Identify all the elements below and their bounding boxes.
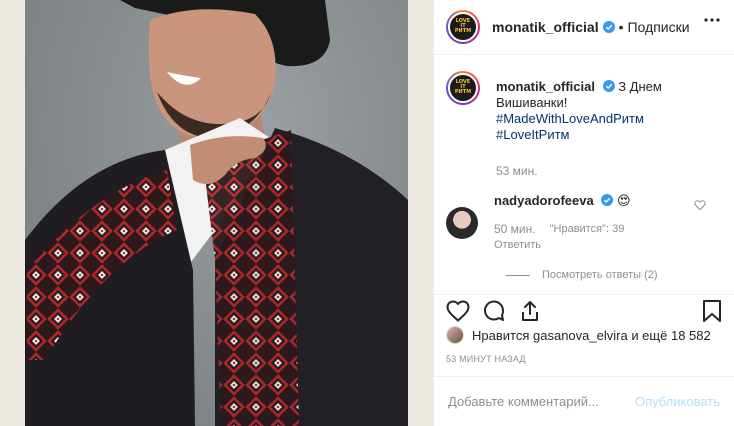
comment-icon[interactable] <box>482 299 506 323</box>
instagram-post-viewer: LOVE IT РИТМ monatik_official • Подписки… <box>0 0 734 426</box>
man-in-embroidered-shirt-illustration <box>25 0 408 426</box>
caption: LOVE IT РИТМ monatik_official З Днем Виш… <box>446 71 722 179</box>
share-icon[interactable] <box>518 299 542 323</box>
commenter-avatar[interactable] <box>446 207 478 239</box>
comment-like-heart-icon[interactable] <box>694 199 706 211</box>
caption-author[interactable]: monatik_official <box>496 79 595 94</box>
likes-mid: и ещё <box>631 327 668 343</box>
verified-icon <box>601 194 614 206</box>
comment-input[interactable] <box>448 394 635 409</box>
comment-item: nadyadorofeeva 😍 50 мин. "Нравится": 39 … <box>446 193 722 253</box>
likes-count[interactable]: 18 582 <box>671 328 711 343</box>
post-header: LOVE IT РИТМ monatik_official • Подписки <box>434 0 734 55</box>
caption-time[interactable]: 53 мин. <box>496 163 722 179</box>
verified-icon <box>602 21 615 33</box>
hashtag-link[interactable]: #LoveItРитм <box>496 127 569 142</box>
likes-prefix: Нравится <box>472 327 530 343</box>
post-side-panel: LOVE IT РИТМ monatik_official • Подписки… <box>433 0 734 426</box>
photo-image <box>25 0 408 426</box>
post-timestamp[interactable]: 53 МИНУТ НАЗАД <box>446 354 526 364</box>
author-username[interactable]: monatik_official <box>492 19 599 35</box>
view-replies[interactable]: Посмотреть ответы (2) <box>506 269 722 281</box>
likes-summary: Нравится gasanova_elvira и ещё 18 582 <box>446 326 726 344</box>
commenter-username[interactable]: nadyadorofeeva <box>494 193 594 208</box>
separator-dot: • <box>618 19 624 35</box>
more-options-icon[interactable] <box>704 18 720 22</box>
reply-button[interactable]: Ответить <box>494 237 541 253</box>
publish-button[interactable]: Опубликовать <box>635 394 720 409</box>
caption-author-avatar[interactable]: LOVE IT РИТМ <box>446 71 480 105</box>
hashtag-link[interactable]: #MadeWithLoveAndРитм <box>496 111 644 126</box>
liker-avatar[interactable] <box>446 326 464 344</box>
thread-line <box>506 274 530 276</box>
add-comment-bar: Опубликовать <box>434 376 734 426</box>
comment-likes[interactable]: "Нравится": 39 <box>550 221 625 237</box>
action-bar <box>434 294 734 326</box>
post-photo[interactable] <box>0 0 433 426</box>
following-button[interactable]: Подписки <box>628 19 690 35</box>
view-replies-label[interactable]: Посмотреть ответы (2) <box>542 269 658 281</box>
comments-list: LOVE IT РИТМ monatik_official З Днем Виш… <box>434 55 734 294</box>
heart-icon[interactable] <box>446 299 470 322</box>
comment-time[interactable]: 50 мин. <box>494 221 536 237</box>
author-avatar[interactable]: LOVE IT РИТМ <box>446 10 480 44</box>
bookmark-icon[interactable] <box>702 299 722 323</box>
liker-username[interactable]: gasanova_elvira <box>533 328 628 343</box>
verified-icon <box>602 80 615 92</box>
comment-text: 😍 <box>616 193 631 208</box>
